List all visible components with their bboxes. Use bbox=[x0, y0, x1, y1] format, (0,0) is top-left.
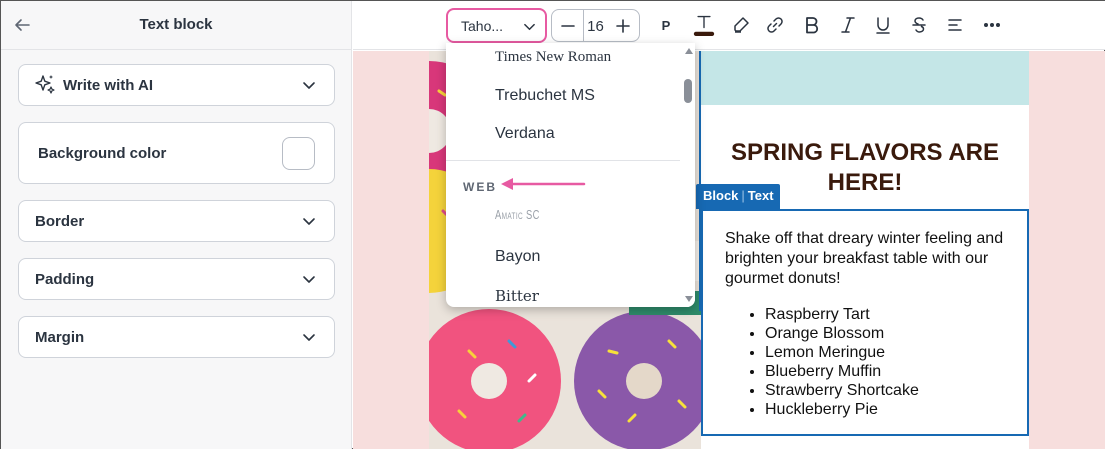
strikethrough-button[interactable] bbox=[908, 14, 930, 36]
scroll-up-icon[interactable] bbox=[685, 48, 693, 54]
divider bbox=[446, 160, 680, 161]
bold-icon bbox=[806, 17, 819, 34]
background-color-swatch[interactable] bbox=[282, 137, 315, 170]
settings-panel: Text block Write with AI Background colo… bbox=[1, 1, 352, 449]
margin-section[interactable]: Margin bbox=[18, 316, 335, 358]
padding-section[interactable]: Padding bbox=[18, 258, 335, 300]
font-family-select[interactable]: Taho... bbox=[446, 8, 547, 43]
font-option-times-new-roman[interactable]: Times New Roman bbox=[495, 49, 611, 66]
font-size-value[interactable]: 16 bbox=[583, 18, 608, 35]
font-family-value: Taho... bbox=[461, 17, 504, 34]
background-color-section: Background color bbox=[18, 122, 335, 184]
font-option-bitter[interactable]: Bitter bbox=[495, 287, 539, 305]
web-fonts-heading: WEB bbox=[463, 180, 497, 194]
block-type-tag: Block | Text bbox=[696, 184, 780, 209]
scroll-down-icon[interactable] bbox=[685, 296, 693, 302]
more-icon bbox=[984, 23, 1000, 27]
font-option-verdana[interactable]: Verdana bbox=[495, 125, 555, 143]
intro-paragraph[interactable]: Shake off that dreary winter feeling and… bbox=[725, 229, 1007, 289]
align-button[interactable] bbox=[944, 14, 966, 36]
selected-text-block[interactable]: Shake off that dreary winter feeling and… bbox=[701, 209, 1029, 436]
tag-separator: | bbox=[741, 188, 745, 203]
background-color-label: Background color bbox=[38, 144, 167, 162]
border-section[interactable]: Border bbox=[18, 200, 335, 242]
sparkle-icon bbox=[35, 75, 55, 94]
more-options-button[interactable] bbox=[981, 14, 1003, 36]
list-item: Blueberry Muffin bbox=[765, 362, 1007, 381]
flavor-list: Raspberry Tart Orange Blossom Lemon Meri… bbox=[725, 305, 1007, 419]
align-left-icon bbox=[948, 19, 962, 31]
panel-header: Text block bbox=[1, 1, 351, 50]
highlight-button[interactable] bbox=[730, 14, 752, 36]
font-option-amatic-sc[interactable]: Amatic SC bbox=[495, 207, 540, 222]
block-type-label: Text bbox=[747, 188, 774, 203]
write-with-ai-label: Write with AI bbox=[63, 76, 153, 94]
plus-icon[interactable] bbox=[615, 18, 631, 34]
chevron-down-icon bbox=[303, 82, 315, 89]
scroll-thumb[interactable] bbox=[684, 79, 692, 103]
chevron-down-icon bbox=[303, 218, 315, 225]
chevron-down-icon bbox=[524, 23, 535, 31]
border-label: Border bbox=[35, 212, 85, 230]
block-label: Block bbox=[703, 188, 739, 203]
arrow-left-icon bbox=[501, 178, 586, 190]
minus-icon[interactable] bbox=[560, 18, 576, 34]
italic-icon bbox=[841, 17, 855, 33]
list-item: Raspberry Tart bbox=[765, 305, 1007, 324]
paragraph-button[interactable]: P bbox=[655, 14, 677, 36]
header-band bbox=[701, 51, 1029, 105]
italic-button[interactable] bbox=[837, 14, 859, 36]
text-color-button[interactable] bbox=[693, 11, 715, 39]
bold-button[interactable] bbox=[801, 14, 823, 36]
list-item: Orange Blossom bbox=[765, 324, 1007, 343]
write-with-ai-section[interactable]: Write with AI bbox=[18, 64, 335, 106]
highlighter-icon bbox=[734, 17, 749, 33]
email-content-column: SPRING FLAVORS ARE HERE! Block | Text Shak… bbox=[696, 51, 1029, 449]
font-option-trebuchet-ms[interactable]: Trebuchet MS bbox=[495, 87, 595, 105]
underline-button[interactable] bbox=[872, 14, 894, 36]
padding-label: Padding bbox=[35, 270, 95, 288]
margin-label: Margin bbox=[35, 328, 85, 346]
link-button[interactable] bbox=[764, 14, 786, 36]
panel-title: Text block bbox=[139, 16, 213, 33]
font-size-stepper: 16 bbox=[551, 9, 640, 42]
list-item: Strawberry Shortcake bbox=[765, 381, 1007, 400]
font-family-dropdown: Times New Roman Trebuchet MS Verdana WEB… bbox=[446, 43, 695, 307]
list-item: Huckleberry Pie bbox=[765, 400, 1007, 419]
strikethrough-icon bbox=[912, 17, 926, 33]
text-color-icon bbox=[693, 15, 715, 36]
list-item: Lemon Meringue bbox=[765, 343, 1007, 362]
font-option-bayon[interactable]: Bayon bbox=[495, 248, 540, 266]
chevron-down-icon bbox=[303, 276, 315, 283]
underline-icon bbox=[876, 17, 890, 34]
link-icon bbox=[767, 17, 783, 33]
dropdown-scrollbar[interactable] bbox=[681, 43, 695, 307]
chevron-down-icon bbox=[303, 334, 315, 341]
